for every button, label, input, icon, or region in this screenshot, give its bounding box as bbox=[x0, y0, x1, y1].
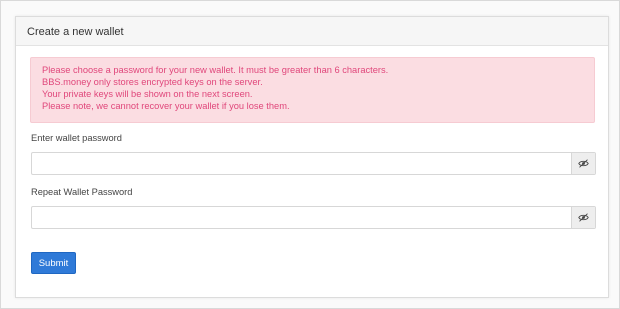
alert-line: Please note, we cannot recover your wall… bbox=[42, 101, 290, 111]
window-frame: Create a new wallet Please choose a pass… bbox=[0, 0, 620, 309]
eye-slash-icon bbox=[578, 159, 589, 168]
submit-button[interactable]: Submit bbox=[31, 252, 76, 274]
alert-line: Your private keys will be shown on the n… bbox=[42, 89, 253, 99]
repeat-password-label: Repeat Wallet Password bbox=[31, 187, 133, 197]
alert-line: Please choose a password for your new wa… bbox=[42, 65, 389, 75]
eye-slash-icon bbox=[578, 213, 589, 222]
repeat-password-visibility-toggle[interactable] bbox=[571, 207, 595, 228]
panel-title: Create a new wallet bbox=[27, 26, 124, 38]
repeat-password-input-group bbox=[31, 206, 596, 229]
repeat-password-input[interactable] bbox=[32, 207, 571, 228]
panel-header: Create a new wallet bbox=[16, 17, 608, 46]
alert-line: BBS.money only stores encrypted keys on … bbox=[42, 77, 263, 87]
password-input-group bbox=[31, 152, 596, 175]
password-input[interactable] bbox=[32, 153, 571, 174]
create-wallet-panel: Create a new wallet Please choose a pass… bbox=[15, 16, 609, 298]
password-visibility-toggle[interactable] bbox=[571, 153, 595, 174]
password-requirements-alert: Please choose a password for your new wa… bbox=[30, 57, 595, 123]
password-label: Enter wallet password bbox=[31, 133, 122, 143]
